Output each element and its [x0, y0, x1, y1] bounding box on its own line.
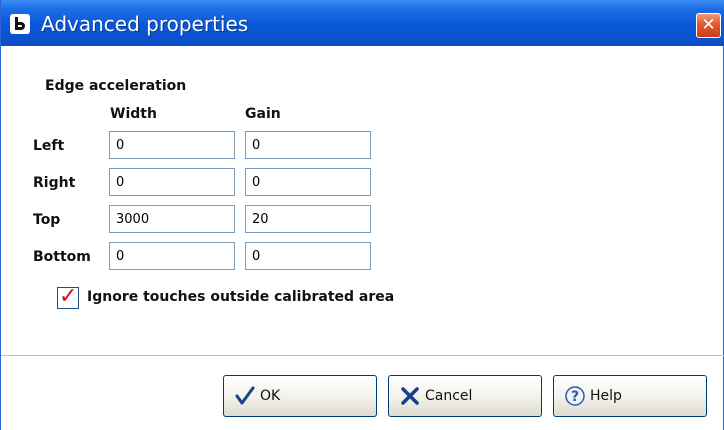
- right-gain-field[interactable]: [245, 168, 371, 196]
- row-label-left: Left: [33, 138, 65, 154]
- question-icon: ?: [565, 386, 585, 406]
- divider: [1, 355, 724, 356]
- x-icon: [401, 387, 419, 405]
- title-bar[interactable]: Advanced properties ✕: [1, 0, 724, 46]
- ok-button[interactable]: OK: [223, 375, 377, 417]
- cancel-button[interactable]: Cancel: [388, 375, 542, 417]
- right-width-field[interactable]: [109, 168, 235, 196]
- svg-text:?: ?: [571, 389, 579, 405]
- ignore-touches-checkbox[interactable]: ✓: [57, 284, 79, 309]
- left-gain-field[interactable]: [245, 131, 371, 159]
- close-icon: ✕: [701, 15, 716, 35]
- left-width-field[interactable]: [109, 131, 235, 159]
- section-title: Edge acceleration: [45, 78, 187, 94]
- row-label-top: Top: [33, 212, 61, 228]
- ok-button-label: OK: [260, 388, 281, 404]
- window-title: Advanced properties: [41, 12, 249, 36]
- checkmark-icon: ✓: [59, 284, 78, 309]
- ignore-touches-label[interactable]: Ignore touches outside calibrated area: [87, 289, 394, 305]
- checkmark-icon: [235, 386, 255, 405]
- column-header-width: Width: [110, 106, 157, 122]
- dialog-window: Advanced properties ✕ Edge acceleration …: [0, 0, 724, 430]
- help-button-label: Help: [590, 388, 622, 404]
- bottom-width-field[interactable]: [109, 242, 235, 270]
- close-button[interactable]: ✕: [696, 13, 721, 38]
- row-label-right: Right: [33, 175, 76, 191]
- row-label-bottom: Bottom: [33, 249, 91, 265]
- top-width-field[interactable]: [109, 205, 235, 233]
- bottom-gain-field[interactable]: [245, 242, 371, 270]
- help-button[interactable]: ? Help: [553, 375, 707, 417]
- cancel-button-label: Cancel: [425, 388, 473, 404]
- top-gain-field[interactable]: [245, 205, 371, 233]
- app-logo-icon: [10, 14, 30, 34]
- column-header-gain: Gain: [245, 106, 281, 122]
